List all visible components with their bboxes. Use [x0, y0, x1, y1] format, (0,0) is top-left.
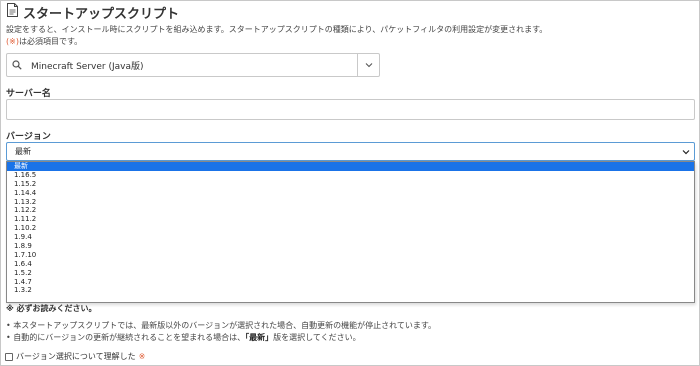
- server-name-input[interactable]: [6, 99, 695, 120]
- required-note-text: は必須項目です。: [18, 37, 83, 46]
- version-option[interactable]: 1.12.2: [7, 206, 694, 215]
- section-title-text: スタートアップスクリプト: [23, 6, 180, 22]
- version-confirm[interactable]: バージョン選択について理解した ※: [5, 351, 145, 362]
- version-option[interactable]: 1.6.4: [7, 260, 694, 269]
- version-confirm-checkbox[interactable]: [5, 352, 13, 361]
- version-option[interactable]: 1.7.10: [7, 251, 694, 260]
- version-option[interactable]: 1.4.7: [7, 278, 694, 287]
- notice-item-text: 自動的にバージョンの更新が継続されることを望まれる場合は、: [13, 333, 246, 342]
- search-icon: [7, 60, 27, 70]
- version-option[interactable]: 1.8.9: [7, 242, 694, 251]
- section-title: スタートアップスクリプト: [6, 3, 180, 22]
- version-label: バージョン: [6, 132, 51, 142]
- notice-title: ※ 必ずお読みください。: [6, 304, 97, 313]
- notice-list: 本スタートアップスクリプトでは、最新版以外のバージョンが選択された場合、自動更新…: [6, 320, 436, 344]
- version-option[interactable]: 1.11.2: [7, 215, 694, 224]
- document-icon: [6, 3, 19, 21]
- required-note: (※)は必須項目です。: [6, 36, 82, 47]
- required-mark: ※: [138, 352, 146, 361]
- notice-emphasis: 「最新」: [245, 333, 274, 342]
- version-option[interactable]: 1.10.2: [7, 224, 694, 233]
- notice-item: 本スタートアップスクリプトでは、最新版以外のバージョンが選択された場合、自動更新…: [6, 320, 436, 332]
- startup-script-toggle[interactable]: [357, 54, 379, 76]
- server-name-label: サーバー名: [6, 89, 51, 99]
- chevron-down-icon: [682, 149, 690, 154]
- version-selected-value: 最新: [15, 147, 31, 156]
- version-option[interactable]: 1.9.4: [7, 233, 694, 242]
- chevron-down-icon: [365, 63, 372, 68]
- version-option[interactable]: 最新: [7, 162, 694, 171]
- version-confirm-label: バージョン選択について理解した: [16, 352, 136, 361]
- description-line: 設定をすると、インストール時にスクリプトを組み込めます。スタートアップスクリプト…: [6, 25, 548, 34]
- required-mark: (※): [6, 37, 19, 46]
- version-option[interactable]: 1.5.2: [7, 269, 694, 278]
- notice-item-text: 版を選択してください。: [273, 333, 361, 342]
- version-dropdown-list[interactable]: 最新 1.16.5 1.15.2 1.14.4 1.13.2 1.12.2 1.…: [6, 161, 695, 303]
- version-option[interactable]: 1.16.5: [7, 171, 694, 180]
- version-option[interactable]: 1.13.2: [7, 198, 694, 207]
- version-option[interactable]: 1.15.2: [7, 180, 694, 189]
- startup-script-select[interactable]: Minecraft Server (Java版): [6, 53, 380, 77]
- version-option[interactable]: 1.3.2: [7, 286, 694, 295]
- startup-script-value: Minecraft Server (Java版): [31, 61, 144, 72]
- version-select[interactable]: 最新: [6, 142, 695, 161]
- version-option[interactable]: 1.14.4: [7, 189, 694, 198]
- notice-item: 自動的にバージョンの更新が継続されることを望まれる場合は、「最新」版を選択してく…: [6, 332, 436, 344]
